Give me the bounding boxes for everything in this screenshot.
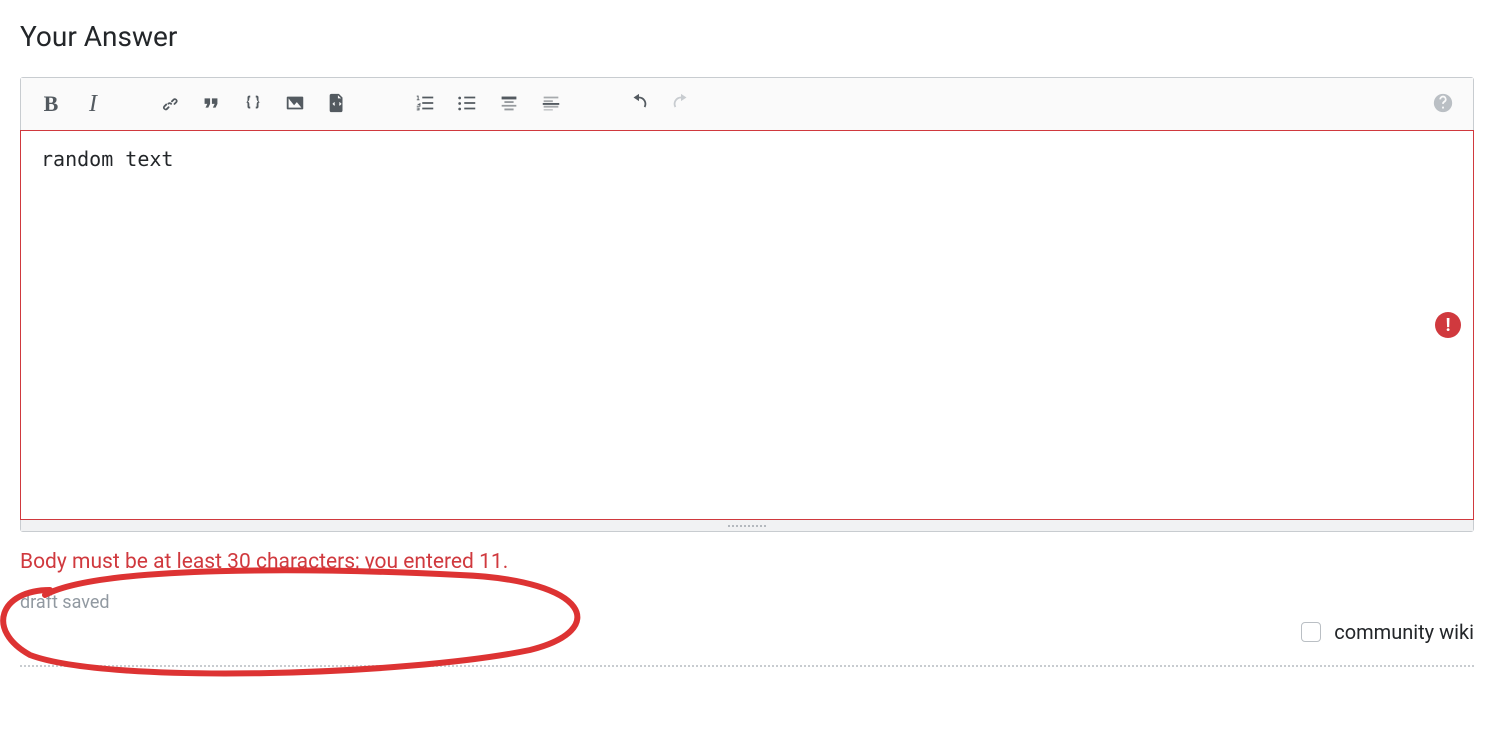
quote-button[interactable] <box>191 84 231 124</box>
quote-icon <box>200 92 222 117</box>
community-wiki-label: community wiki <box>1334 620 1474 644</box>
undo-icon <box>628 92 650 117</box>
page-title: Your Answer <box>20 20 1474 53</box>
link-button[interactable] <box>149 84 189 124</box>
error-badge: ! <box>1435 312 1461 338</box>
redo-icon <box>670 92 692 117</box>
snippet-button[interactable] <box>317 84 357 124</box>
community-wiki-checkbox[interactable] <box>1301 622 1321 642</box>
link-icon <box>158 92 180 117</box>
image-icon <box>284 92 306 117</box>
heading-icon <box>498 92 520 117</box>
horizontal-rule-button[interactable] <box>531 84 571 124</box>
file-code-icon <box>326 92 348 117</box>
validation-message: Body must be at least 30 characters; you… <box>20 550 1474 574</box>
resize-grippie[interactable] <box>21 519 1473 531</box>
editor-toolbar: B I <box>21 78 1473 131</box>
redo-button[interactable] <box>661 84 701 124</box>
editor-footer: community wiki <box>20 619 1474 645</box>
undo-button[interactable] <box>619 84 659 124</box>
unordered-list-button[interactable] <box>447 84 487 124</box>
unordered-list-icon <box>456 92 478 117</box>
ordered-list-icon <box>414 92 436 117</box>
image-button[interactable] <box>275 84 315 124</box>
italic-button[interactable]: I <box>73 84 113 124</box>
error-badge-icon: ! <box>1446 315 1451 336</box>
editor-body-wrap: ! <box>21 130 1473 520</box>
grippie-dots-icon <box>727 524 767 528</box>
help-icon <box>1432 92 1454 117</box>
draft-status: draft saved <box>20 592 1474 613</box>
answer-editor: B I <box>20 77 1474 532</box>
horizontal-rule-icon <box>540 92 562 117</box>
community-wiki-option[interactable]: community wiki <box>1297 619 1474 645</box>
help-button[interactable] <box>1423 84 1463 124</box>
section-divider <box>20 665 1474 667</box>
answer-textarea[interactable] <box>20 130 1474 520</box>
bold-button[interactable]: B <box>31 84 71 124</box>
ordered-list-button[interactable] <box>405 84 445 124</box>
code-braces-icon <box>242 92 264 117</box>
heading-button[interactable] <box>489 84 529 124</box>
code-button[interactable] <box>233 84 273 124</box>
